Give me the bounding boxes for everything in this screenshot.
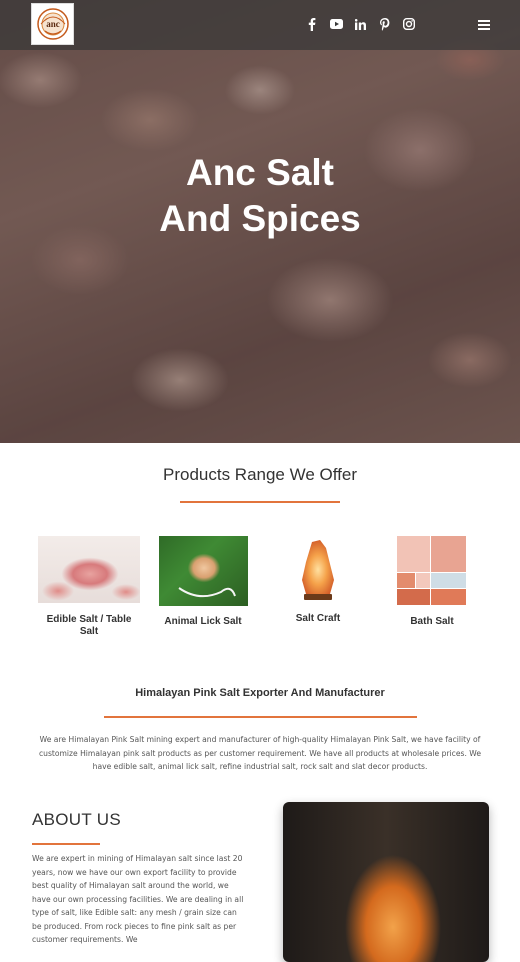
animal-lick-salt-image <box>159 536 248 606</box>
salt-lamp-photo <box>283 802 489 962</box>
pinterest-icon[interactable] <box>375 14 395 34</box>
hero-banner: Anc Salt And Spices <box>0 0 520 443</box>
hero-title: Anc Salt And Spices <box>0 150 520 242</box>
bath-salt-image <box>396 536 467 605</box>
rope-icon <box>178 587 236 598</box>
about-heading: ABOUT US <box>32 810 121 829</box>
product-label: Animal Lick Salt <box>164 616 242 627</box>
exporter-heading: Himalayan Pink Salt Exporter And Manufac… <box>135 687 385 699</box>
salt-lamp-icon <box>302 540 334 600</box>
linkedin-icon[interactable] <box>350 14 370 34</box>
exporter-heading-underline <box>104 716 417 718</box>
products-heading: Products Range We Offer <box>162 465 358 484</box>
site-logo[interactable]: anc <box>31 3 74 45</box>
hamburger-menu-icon[interactable] <box>474 14 494 34</box>
product-label: Bath Salt <box>410 616 454 627</box>
hero-title-line2: And Spices <box>159 198 361 239</box>
instagram-icon[interactable] <box>399 14 419 34</box>
about-heading-underline <box>32 843 100 845</box>
salt-craft-image <box>282 536 354 608</box>
youtube-icon[interactable] <box>326 14 346 34</box>
product-label: Edible Salt / Table Salt <box>46 614 132 637</box>
product-card-bath-salt[interactable]: Bath Salt <box>396 536 468 631</box>
logo-emblem-icon: anc <box>36 8 69 40</box>
product-card-salt-craft[interactable]: Salt Craft <box>282 536 354 631</box>
hero-title-line1: Anc Salt <box>185 152 335 193</box>
about-text: We are expert in mining of Himalayan sal… <box>32 854 244 944</box>
product-label: Salt Craft <box>295 613 341 624</box>
exporter-text: We are Himalayan Pink Salt mining expert… <box>38 735 482 771</box>
site-header: anc <box>0 0 520 50</box>
product-card-edible-salt[interactable]: Edible Salt / Table Salt <box>37 536 141 641</box>
edible-salt-image <box>38 536 140 603</box>
salt-tiles-icon <box>397 536 466 605</box>
products-heading-underline <box>180 501 340 503</box>
product-card-animal-lick-salt[interactable]: Animal Lick Salt <box>157 536 249 636</box>
logo-text: anc <box>46 19 60 29</box>
facebook-icon[interactable] <box>302 14 322 34</box>
